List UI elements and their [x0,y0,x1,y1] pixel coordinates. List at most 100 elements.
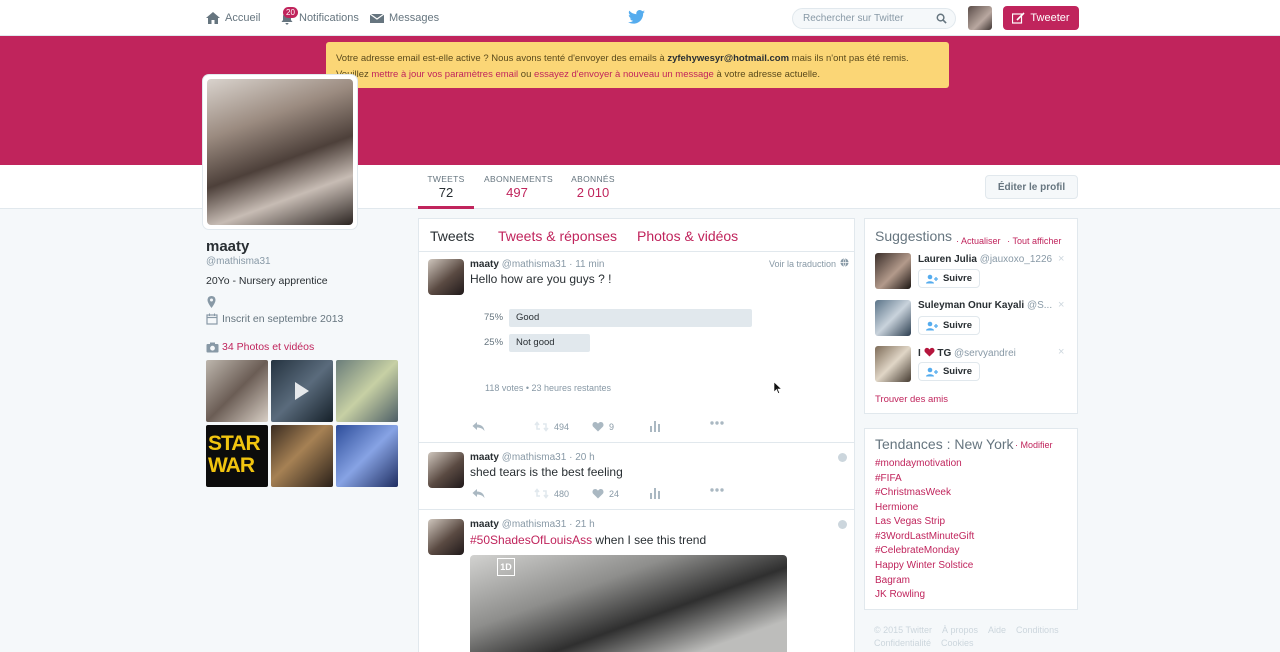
trend-item[interactable]: Happy Winter Solstice [875,560,973,571]
more-dots-icon [710,421,724,425]
suggestion-name: Suleyman Onur Kayali [918,300,1025,311]
footer-about-link[interactable]: À propos [942,625,978,635]
more-button[interactable] [710,488,724,492]
stat-tweets-count: 72 [438,185,454,200]
trend-item[interactable]: Hermione [875,502,918,513]
footer-help-link[interactable]: Aide [988,625,1006,635]
trend-item[interactable]: Bagram [875,575,910,586]
follow-button[interactable]: Suivre [918,316,980,335]
edit-profile-button[interactable]: Éditer le profil [985,175,1078,199]
view-all-suggestions-link[interactable]: · Tout afficher [1007,236,1061,246]
envelope-icon [369,10,385,26]
footer-terms-link[interactable]: Conditions [1016,625,1059,635]
footer-cookies-link[interactable]: Cookies [941,638,974,648]
footer-copyright: © 2015 Twitter [874,625,932,635]
hashtag-link[interactable]: #50ShadesOfLouisAss [470,533,592,547]
search-input[interactable]: Rechercher sur Twitter [792,8,956,29]
reply-button[interactable] [472,421,485,432]
dismiss-suggestion-icon[interactable]: × [1058,346,1064,358]
trend-item[interactable]: #FIFA [875,473,902,484]
search-placeholder: Rechercher sur Twitter [803,13,904,24]
follow-label: Suivre [942,320,973,331]
follow-button[interactable]: Suivre [918,362,980,381]
heart-icon [592,422,604,432]
stat-tweets[interactable]: TWEETS 72 [418,174,474,200]
refresh-suggestions-link[interactable]: · Actualiser [956,236,1001,246]
nav-messages[interactable]: Messages [369,0,439,36]
search-icon[interactable] [936,13,947,27]
reply-button[interactable] [472,488,485,499]
photo-thumbnail[interactable]: STAR WAR [206,425,268,487]
tweet-menu-caret-icon[interactable] [838,520,847,529]
profile-bio: 20Yo - Nursery apprentice [206,275,328,287]
photo-thumbnail[interactable] [271,425,333,487]
tweet-media-image[interactable]: 1D [470,555,787,652]
suggestion-handle: @S... [1026,300,1053,311]
tweet-avatar[interactable] [428,519,464,555]
stat-following-count: 497 [506,185,528,200]
profile-joined-text: Inscrit en septembre 2013 [222,313,344,325]
dismiss-suggestion-icon[interactable]: × [1058,299,1064,311]
change-trends-location-link[interactable]: · Modifier [1015,440,1053,450]
suggestion-user[interactable]: Lauren Julia @jauxoxo_1226 [918,254,1052,265]
video-thumbnail[interactable] [271,360,333,422]
more-button[interactable] [710,421,724,425]
tweet-author-name[interactable]: maaty [470,452,499,463]
trend-item[interactable]: #CelebrateMonday [875,545,960,556]
suggestion-user[interactable]: I TG @servyandrei [918,347,1016,359]
nav-notifications[interactable]: Notifications [279,0,359,36]
profile-avatar[interactable] [203,75,357,229]
dismiss-suggestion-icon[interactable]: × [1058,253,1064,265]
suggestion-user[interactable]: Suleyman Onur Kayali @S... [918,300,1052,311]
trend-item[interactable]: #ChristmasWeek [875,487,951,498]
nav-home[interactable]: Accueil [205,0,260,36]
tab-tweets[interactable]: Tweets [430,228,474,244]
tweet-avatar[interactable] [428,452,464,488]
translate-link[interactable]: Voir la traduction [769,258,849,269]
trend-item[interactable]: JK Rowling [875,589,925,600]
tweet-actions: 480 24 [472,488,732,502]
email-verification-alert: Votre adresse email est-elle active ? No… [326,42,949,88]
suggestion-avatar[interactable] [875,300,911,336]
tweet-button[interactable]: Tweeter [1003,6,1079,30]
resend-email-link[interactable]: essayez d'envoyer à nouveau un message [534,69,714,80]
analytics-button[interactable] [650,421,660,432]
tweet-menu-caret-icon[interactable] [838,453,847,462]
tweet-time[interactable]: · 21 h [569,519,595,530]
active-stat-indicator [418,206,474,209]
retweet-button[interactable]: 494 [534,421,569,432]
tab-tweets-replies[interactable]: Tweets & réponses [498,228,617,244]
photos-videos-link[interactable]: 34 Photos et vidéos [206,341,314,353]
suggestion-avatar[interactable] [875,253,911,289]
follow-button[interactable]: Suivre [918,269,980,288]
photo-thumbnail[interactable] [206,360,268,422]
photo-thumbnail[interactable] [336,360,398,422]
twitter-bird-icon[interactable] [628,10,645,24]
account-avatar[interactable] [968,6,992,30]
analytics-button[interactable] [650,488,660,499]
trend-item[interactable]: Las Vegas Strip [875,516,945,527]
profile-name[interactable]: maaty [206,238,249,255]
trend-item[interactable]: #3WordLastMinuteGift [875,531,974,542]
tweet-avatar[interactable] [428,259,464,295]
suggestion-avatar[interactable] [875,346,911,382]
update-email-settings-link[interactable]: mettre à jour vos paramètres email [371,69,518,80]
like-button[interactable]: 9 [592,421,614,432]
tab-photos-videos[interactable]: Photos & vidéos [637,228,738,244]
add-user-icon [925,321,938,330]
tweet-author-name[interactable]: maaty [470,519,499,530]
photo-thumbnail[interactable] [336,425,398,487]
trend-item[interactable]: #mondaymotivation [875,458,962,469]
footer-privacy-link[interactable]: Confidentialité [874,638,931,648]
stat-following[interactable]: ABONNEMENTS 497 [484,174,553,200]
tweet-text-body: when I see this trend [592,533,707,547]
find-friends-link[interactable]: Trouver des amis [875,394,948,405]
stat-followers[interactable]: ABONNÉS 2 010 [568,174,618,200]
retweet-button[interactable]: 480 [534,488,569,499]
nav-home-label: Accueil [225,12,261,24]
home-icon [205,10,221,26]
tweet-time[interactable]: · 11 min [569,259,604,270]
tweet-time[interactable]: · 20 h [569,452,595,463]
tweet-author-name[interactable]: maaty [470,259,499,270]
like-button[interactable]: 24 [592,488,619,499]
